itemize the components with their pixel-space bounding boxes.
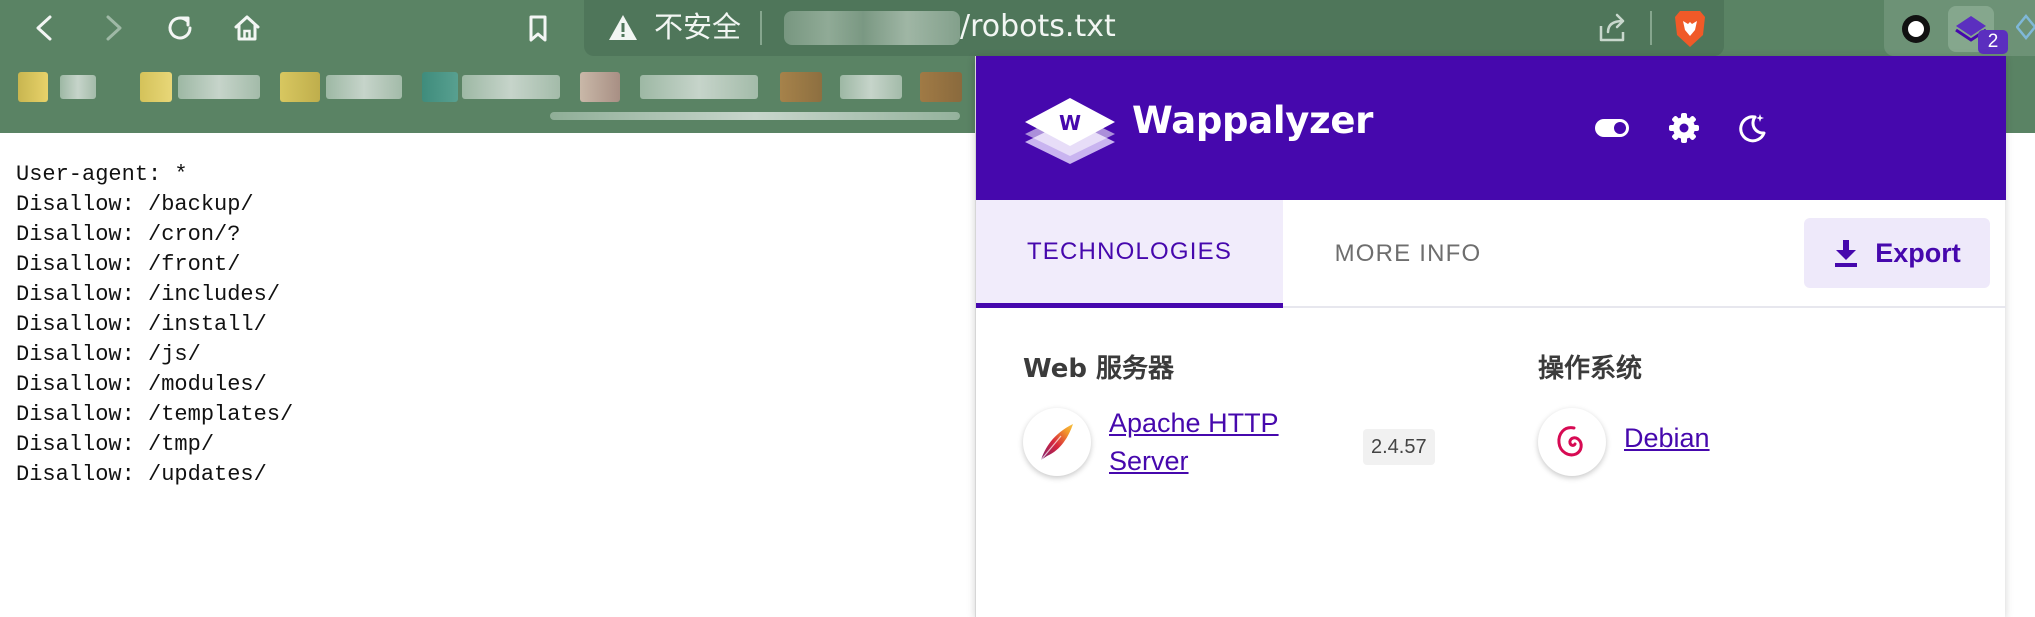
- bookmark-favicon[interactable]: [920, 72, 962, 102]
- settings-button[interactable]: [1664, 108, 1704, 148]
- home-icon: [234, 15, 260, 41]
- technology-icon[interactable]: [1538, 408, 1606, 476]
- browser-toolbar: 不安全 /robots.txt 2: [0, 0, 2035, 56]
- bookmark-item[interactable]: [326, 75, 402, 99]
- robots-line: Disallow: /backup/: [16, 192, 254, 217]
- warning-triangle-icon: [609, 15, 637, 40]
- bookmark-item[interactable]: [840, 75, 902, 99]
- tab-technologies[interactable]: TECHNOLOGIES: [976, 200, 1283, 308]
- extension-badge: 2: [1978, 30, 2008, 54]
- bookmark-item[interactable]: [550, 112, 960, 120]
- robots-line: Disallow: /cron/?: [16, 222, 241, 247]
- brave-shields-icon[interactable]: [1672, 9, 1708, 49]
- robots-line: Disallow: /templates/: [16, 402, 294, 427]
- technology-version: 2.4.57: [1363, 429, 1435, 465]
- forward-arrow-icon: [106, 15, 122, 41]
- export-label: Export: [1875, 237, 1961, 268]
- bookmark-favicon[interactable]: [780, 72, 822, 102]
- security-status[interactable]: 不安全: [654, 8, 741, 46]
- omnibox-divider: [760, 11, 762, 45]
- export-button[interactable]: Export: [1804, 218, 1990, 288]
- bookmark-favicon[interactable]: [580, 72, 620, 102]
- forward-button[interactable]: [93, 8, 133, 48]
- dark-mode-moon-icon: [1739, 114, 1766, 143]
- extensions-area: [1884, 0, 2035, 56]
- svg-text:W: W: [1059, 111, 1081, 135]
- robots-line: Disallow: /front/: [16, 252, 241, 277]
- reload-button[interactable]: [160, 8, 200, 48]
- back-button[interactable]: [25, 8, 65, 48]
- tab-more-info[interactable]: MORE INFO: [1283, 200, 1533, 308]
- popup-title: Wappalyzer: [1132, 99, 1374, 142]
- omnibox-divider: [1650, 11, 1652, 45]
- robots-line: Disallow: /tmp/: [16, 432, 215, 457]
- ring-extension-icon: [1902, 15, 1930, 43]
- robots-line: Disallow: /js/: [16, 342, 201, 367]
- settings-gear-icon: [1669, 113, 1699, 143]
- robots-line: Disallow: /updates/: [16, 462, 267, 487]
- address-bar[interactable]: 不安全 /robots.txt: [584, 0, 1724, 56]
- bookmarks-bar: [0, 72, 980, 120]
- category-title-web-server: Web 服务器: [1023, 354, 1175, 384]
- wappalyzer-logo-icon: W: [1025, 98, 1115, 164]
- download-icon: [1835, 240, 1858, 267]
- technology-name-line: Server: [1109, 446, 1189, 476]
- bookmark-icon: [529, 15, 547, 42]
- popup-header: W Wappalyzer: [976, 56, 2006, 200]
- technology-link-debian[interactable]: Debian: [1624, 419, 1710, 457]
- category-title-operating-system: 操作系统: [1538, 354, 1643, 384]
- bookmark-button[interactable]: [518, 8, 558, 48]
- home-button[interactable]: [227, 8, 267, 48]
- robots-line: Disallow: /install/: [16, 312, 267, 337]
- robots-line: Disallow: /includes/: [16, 282, 281, 307]
- bookmark-favicon[interactable]: [140, 72, 172, 102]
- apache-feather-icon: [1040, 424, 1073, 461]
- share-icon[interactable]: [1596, 12, 1628, 44]
- extension-icon-partial[interactable]: [2016, 14, 2035, 40]
- technology-name-line: Apache HTTP: [1109, 408, 1279, 438]
- bookmark-item[interactable]: [178, 75, 260, 99]
- robots-txt-content: User-agent: * Disallow: /backup/Disallow:…: [16, 160, 293, 490]
- bookmark-item[interactable]: [60, 75, 96, 99]
- extension-button[interactable]: [1893, 6, 1939, 52]
- technology-icon[interactable]: [1023, 408, 1091, 476]
- debian-swirl-icon: [1557, 426, 1583, 457]
- bookmark-favicon[interactable]: [18, 72, 48, 102]
- popup-tabs: TECHNOLOGIES MORE INFO Export: [976, 200, 2006, 308]
- bookmark-item[interactable]: [462, 75, 560, 99]
- bookmark-favicon[interactable]: [422, 72, 458, 102]
- bookmark-favicon[interactable]: [280, 72, 320, 102]
- enable-toggle[interactable]: [1592, 108, 1632, 148]
- redacted-host: [784, 11, 960, 45]
- robots-line: Disallow: /modules/: [16, 372, 267, 397]
- technology-link-apache[interactable]: Apache HTTP Server: [1109, 404, 1279, 480]
- wappalyzer-popup: W Wappalyzer TECHNOLOGIES MORE INFO Expo…: [975, 56, 2006, 617]
- robots-line: User-agent: *: [16, 162, 188, 187]
- theme-button[interactable]: [1732, 108, 1772, 148]
- back-arrow-icon: [36, 15, 52, 41]
- toggle-icon: [1595, 119, 1629, 137]
- reload-icon: [168, 16, 192, 40]
- url-path[interactable]: /robots.txt: [960, 8, 1116, 46]
- bookmark-item[interactable]: [640, 75, 758, 99]
